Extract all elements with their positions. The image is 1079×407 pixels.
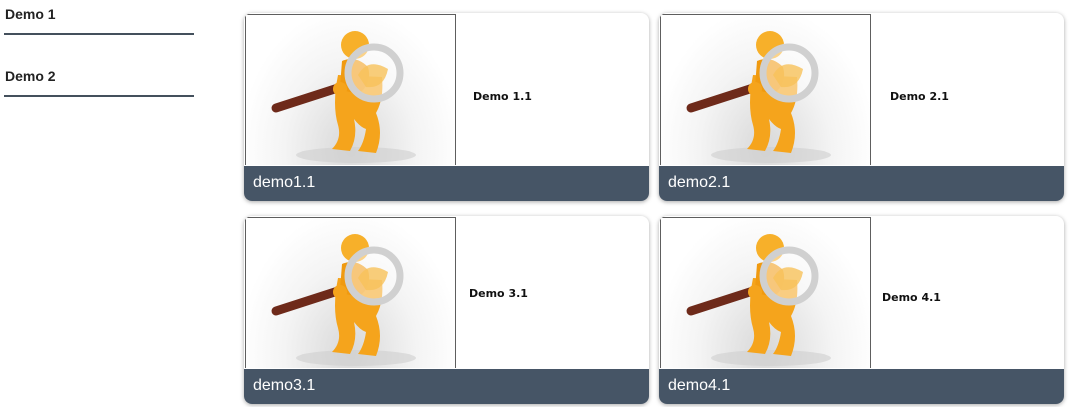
sidebar: Demo 1 Demo 2 <box>4 0 194 97</box>
card-text: Demo 1.1 <box>473 90 532 103</box>
card-text: Demo 4.1 <box>882 291 941 304</box>
card-text: Demo 3.1 <box>469 287 528 300</box>
card-caption-bar: demo1.1 <box>244 166 649 201</box>
sidebar-item-label: Demo 2 <box>5 68 56 84</box>
card-caption-bar: demo4.1 <box>659 369 1064 404</box>
demo-card[interactable]: Demo 4.1 demo4.1 <box>659 216 1064 404</box>
demo-card[interactable]: Demo 2.1 demo2.1 <box>659 13 1064 201</box>
magnifier-figure-icon <box>245 14 456 165</box>
magnifier-figure-icon <box>660 217 871 368</box>
card-caption: demo4.1 <box>668 377 731 394</box>
card-caption: demo3.1 <box>253 377 316 394</box>
magnifier-figure-icon <box>245 217 456 368</box>
sidebar-item-demo-1[interactable]: Demo 1 <box>4 0 194 35</box>
card-caption-bar: demo2.1 <box>659 166 1064 201</box>
demo-card[interactable]: Demo 1.1 demo1.1 <box>244 13 649 201</box>
magnifier-figure-icon <box>660 14 871 165</box>
sidebar-item-label: Demo 1 <box>5 6 56 22</box>
card-caption-bar: demo3.1 <box>244 369 649 404</box>
card-caption: demo2.1 <box>668 174 731 191</box>
card-text: Demo 2.1 <box>890 90 949 103</box>
demo-card[interactable]: Demo 3.1 demo3.1 <box>244 216 649 404</box>
sidebar-item-demo-2[interactable]: Demo 2 <box>4 62 194 97</box>
card-caption: demo1.1 <box>253 174 316 191</box>
